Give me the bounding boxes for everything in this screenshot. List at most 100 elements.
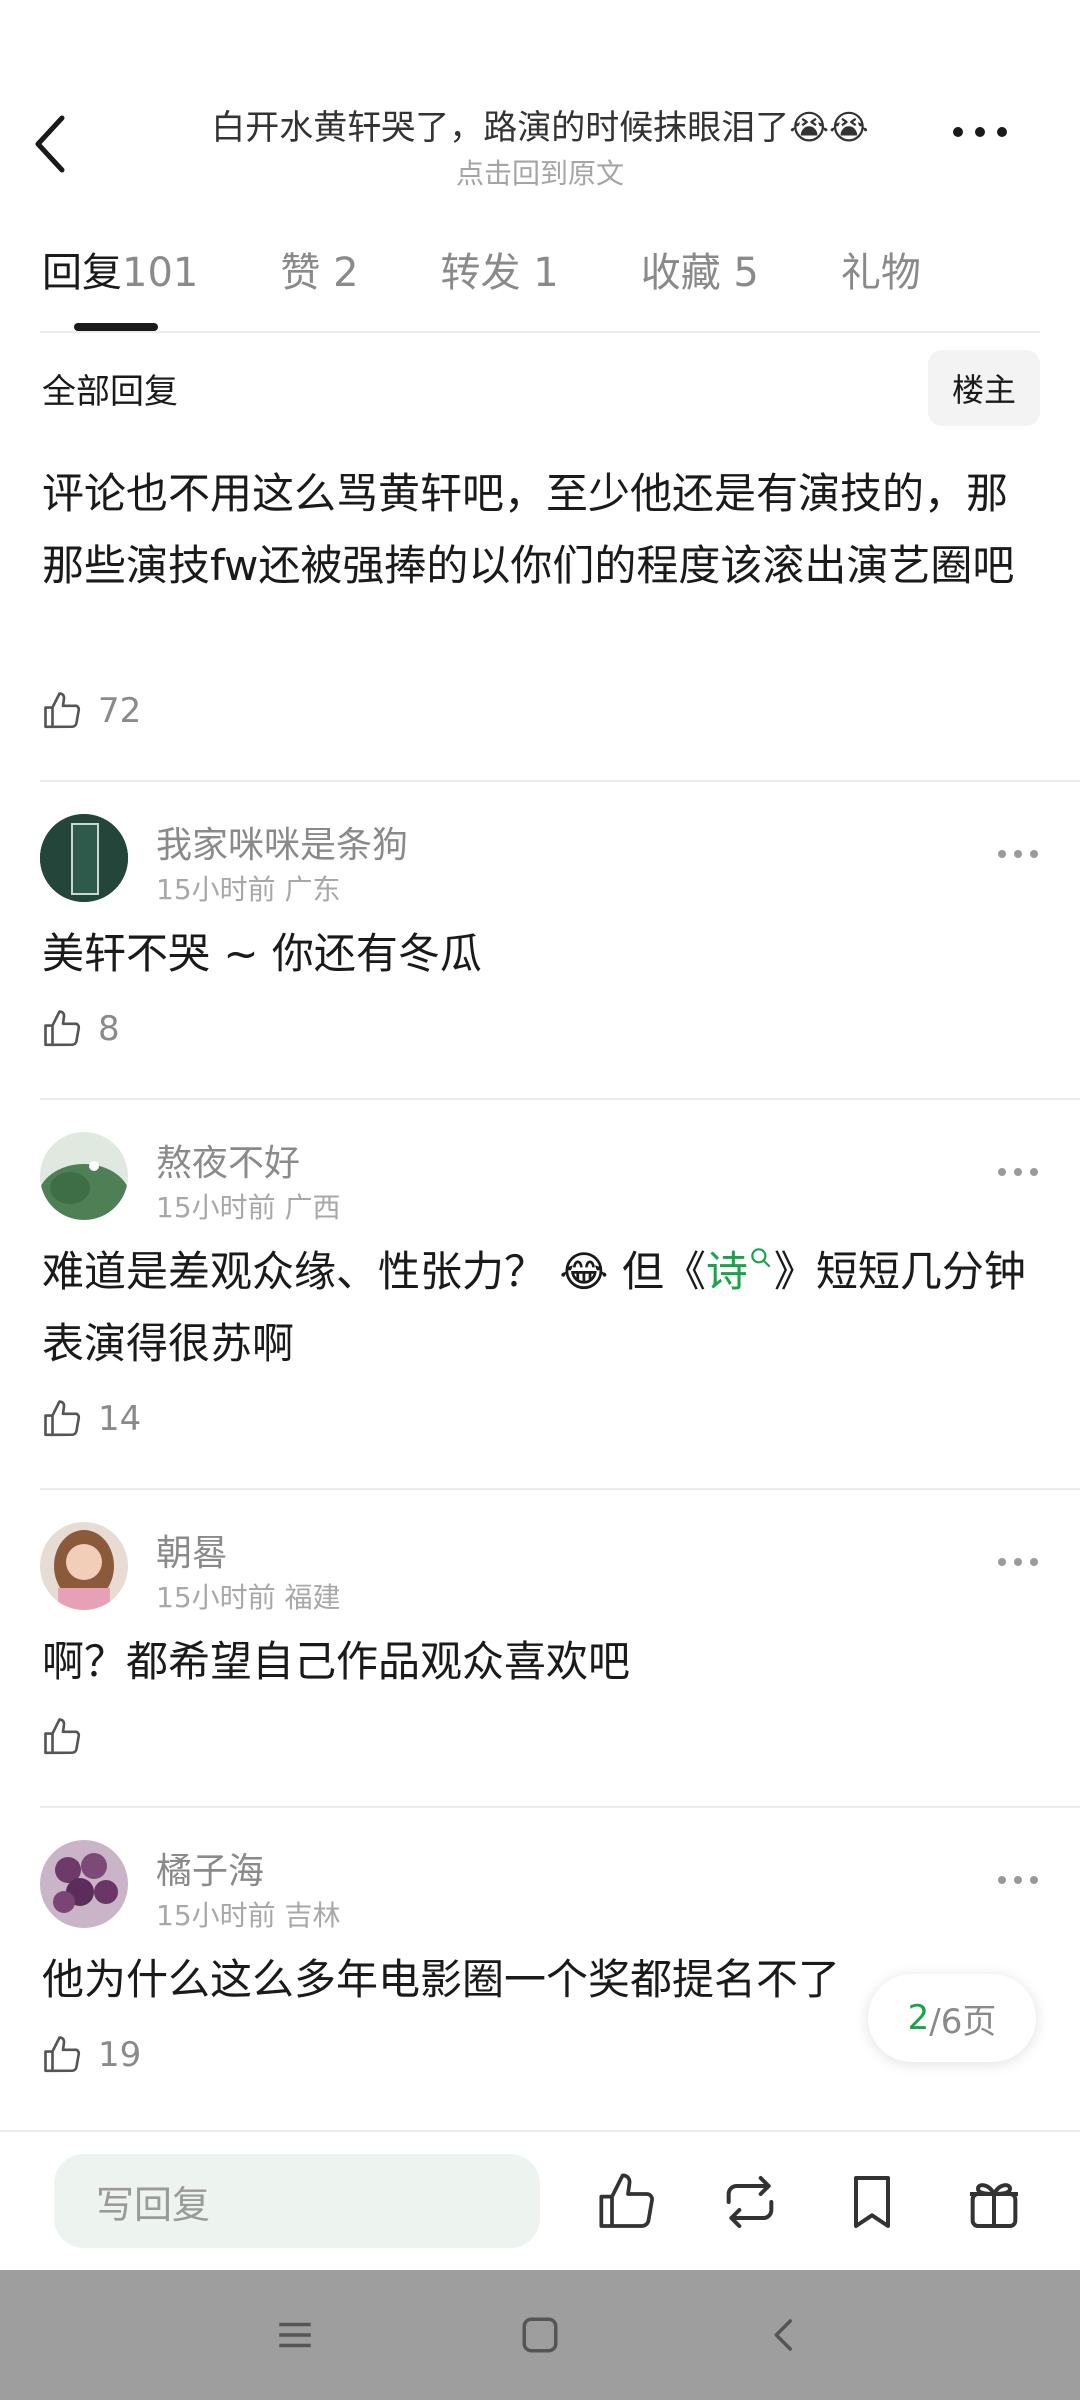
main-comment-text: 评论也不用这么骂黄轩吧，至少他还是有演技的，那那些演技fw还被强捧的以你们的程度… — [42, 469, 1015, 590]
current-page: 2 — [907, 1998, 930, 2038]
avatar-image — [40, 814, 128, 902]
gift-icon — [970, 2183, 1018, 2228]
owner-only-button[interactable]: 楼主 — [928, 350, 1040, 426]
bookmark-button[interactable] — [840, 2170, 904, 2234]
more-dots-icon — [998, 1168, 1038, 1176]
bookmark-icon — [854, 2176, 890, 2228]
like-count: 19 — [98, 2035, 142, 2075]
avatar[interactable] — [40, 1840, 128, 1928]
like-count: 14 — [98, 1399, 142, 1439]
thumbs-up-icon — [44, 1718, 81, 1755]
tab-label: 赞 — [280, 250, 321, 296]
back-button[interactable] — [30, 112, 90, 182]
avatar[interactable] — [40, 1132, 128, 1220]
comment-meta: 15小时前 吉林 — [156, 1894, 341, 1934]
username[interactable]: 橘子海 — [156, 1842, 264, 1894]
comment-text: 啊？都希望自己作品观众喜欢吧 — [42, 1637, 631, 1686]
like-post-button[interactable] — [596, 2170, 660, 2234]
comment-time: 15小时前 — [156, 1191, 276, 1224]
comment-text: 难道是差观众缘、性张力？ 😂 但《诗 》短短几分钟表演得很苏啊 — [42, 1236, 1040, 1380]
page-indicator-button[interactable]: 2/6页 — [868, 1974, 1036, 2062]
avatar-image — [40, 1132, 128, 1220]
more-dots-icon — [998, 1558, 1038, 1566]
avatar-image — [40, 1522, 128, 1610]
back-nav-button[interactable] — [764, 2314, 806, 2360]
username[interactable]: 熬夜不好 — [156, 1134, 300, 1186]
repost-icon — [726, 2176, 774, 2228]
gift-button[interactable] — [962, 2170, 1026, 2234]
like-button[interactable]: 14 — [42, 1398, 141, 1440]
tab-count: 101 — [122, 250, 199, 296]
username[interactable]: 我家咪咪是条狗 — [156, 816, 408, 868]
comment-time: 15小时前 — [156, 1581, 276, 1614]
search-icon — [751, 1248, 771, 1268]
all-replies-label: 全部回复 — [42, 372, 178, 412]
divider — [40, 780, 1080, 782]
post-title[interactable]: 白开水黄轩哭了，路演的时候抹眼泪了😭😭 — [150, 100, 930, 149]
like-button[interactable]: 72 — [42, 690, 141, 732]
comment-time: 15小时前 — [156, 873, 276, 906]
comment-more-button[interactable] — [996, 1553, 1076, 1583]
chevron-left-icon — [35, 115, 65, 173]
tab-label: 回复 — [42, 250, 122, 296]
tab-count: 5 — [733, 250, 759, 296]
comment-region: 吉林 — [284, 1899, 341, 1932]
comment-region: 广东 — [284, 873, 341, 906]
tab-label: 礼物 — [840, 250, 921, 296]
thumbs-up-icon — [44, 692, 81, 729]
tab-count: 1 — [533, 250, 559, 296]
home-button[interactable] — [519, 2314, 561, 2360]
comment-region: 福建 — [284, 1581, 341, 1614]
comment-time: 15小时前 — [156, 1899, 276, 1932]
avatar-image — [40, 1840, 128, 1928]
tab-count: 2 — [333, 250, 359, 296]
total-pages: /6页 — [929, 2001, 997, 2042]
comment-text-part: 但《 — [621, 1247, 706, 1296]
tab-reposts[interactable]: 转发 1 — [441, 240, 559, 310]
like-count: 8 — [98, 1009, 120, 1049]
divider — [40, 331, 1040, 333]
avatar[interactable] — [40, 1522, 128, 1610]
thumbs-up-icon — [44, 2036, 81, 2073]
more-dots-icon — [998, 850, 1038, 858]
comment-meta: 15小时前 福建 — [156, 1576, 341, 1616]
like-button[interactable] — [42, 1716, 98, 1758]
like-button[interactable]: 19 — [42, 2034, 141, 2076]
comment-more-button[interactable] — [996, 1871, 1076, 1901]
back-icon — [774, 2319, 792, 2351]
comment-meta: 15小时前 广西 — [156, 1186, 341, 1226]
menu-button[interactable] — [274, 2314, 316, 2360]
divider — [0, 2130, 1080, 2132]
system-navigation-bar — [0, 2270, 1080, 2400]
tab-favorites[interactable]: 收藏 5 — [641, 240, 759, 310]
search-link[interactable]: 诗 — [706, 1247, 774, 1296]
like-icon — [599, 2173, 654, 2228]
comment-more-button[interactable] — [996, 1163, 1076, 1193]
comment-more-button[interactable] — [996, 845, 1076, 875]
thumbs-up-icon — [44, 1400, 81, 1437]
search-link-text: 诗 — [705, 1247, 748, 1296]
repost-button[interactable] — [718, 2170, 782, 2234]
avatar[interactable] — [40, 814, 128, 902]
menu-icon — [279, 2322, 311, 2348]
active-tab-indicator — [74, 323, 158, 331]
home-icon — [522, 2317, 558, 2353]
tab-gifts[interactable]: 礼物 — [841, 240, 921, 310]
tab-likes[interactable]: 赞 2 — [280, 240, 358, 310]
comment-text-part: 难道是差观众缘、性张力？ — [42, 1247, 547, 1296]
tab-replies[interactable]: 回复101 — [42, 240, 198, 310]
comment-region: 广西 — [284, 1191, 341, 1224]
divider — [40, 1806, 1080, 1808]
tab-label: 转发 — [440, 250, 521, 296]
comment-text: 美轩不哭 ~ 你还有冬瓜 — [42, 929, 482, 978]
more-options-button[interactable] — [950, 122, 1030, 172]
laughing-emoji: 😂 — [559, 1247, 609, 1296]
username[interactable]: 朝晷 — [156, 1524, 228, 1576]
tab-bar: 回复101 赞 2 转发 1 收藏 5 礼物 — [42, 240, 1003, 310]
back-to-original-link[interactable]: 点击回到原文 — [150, 152, 930, 192]
comment-meta: 15小时前 广东 — [156, 868, 341, 908]
reply-input[interactable]: 写回复 — [54, 2154, 540, 2248]
divider — [40, 1488, 1080, 1490]
like-button[interactable]: 8 — [42, 1008, 120, 1050]
more-dots-icon — [998, 1876, 1038, 1884]
